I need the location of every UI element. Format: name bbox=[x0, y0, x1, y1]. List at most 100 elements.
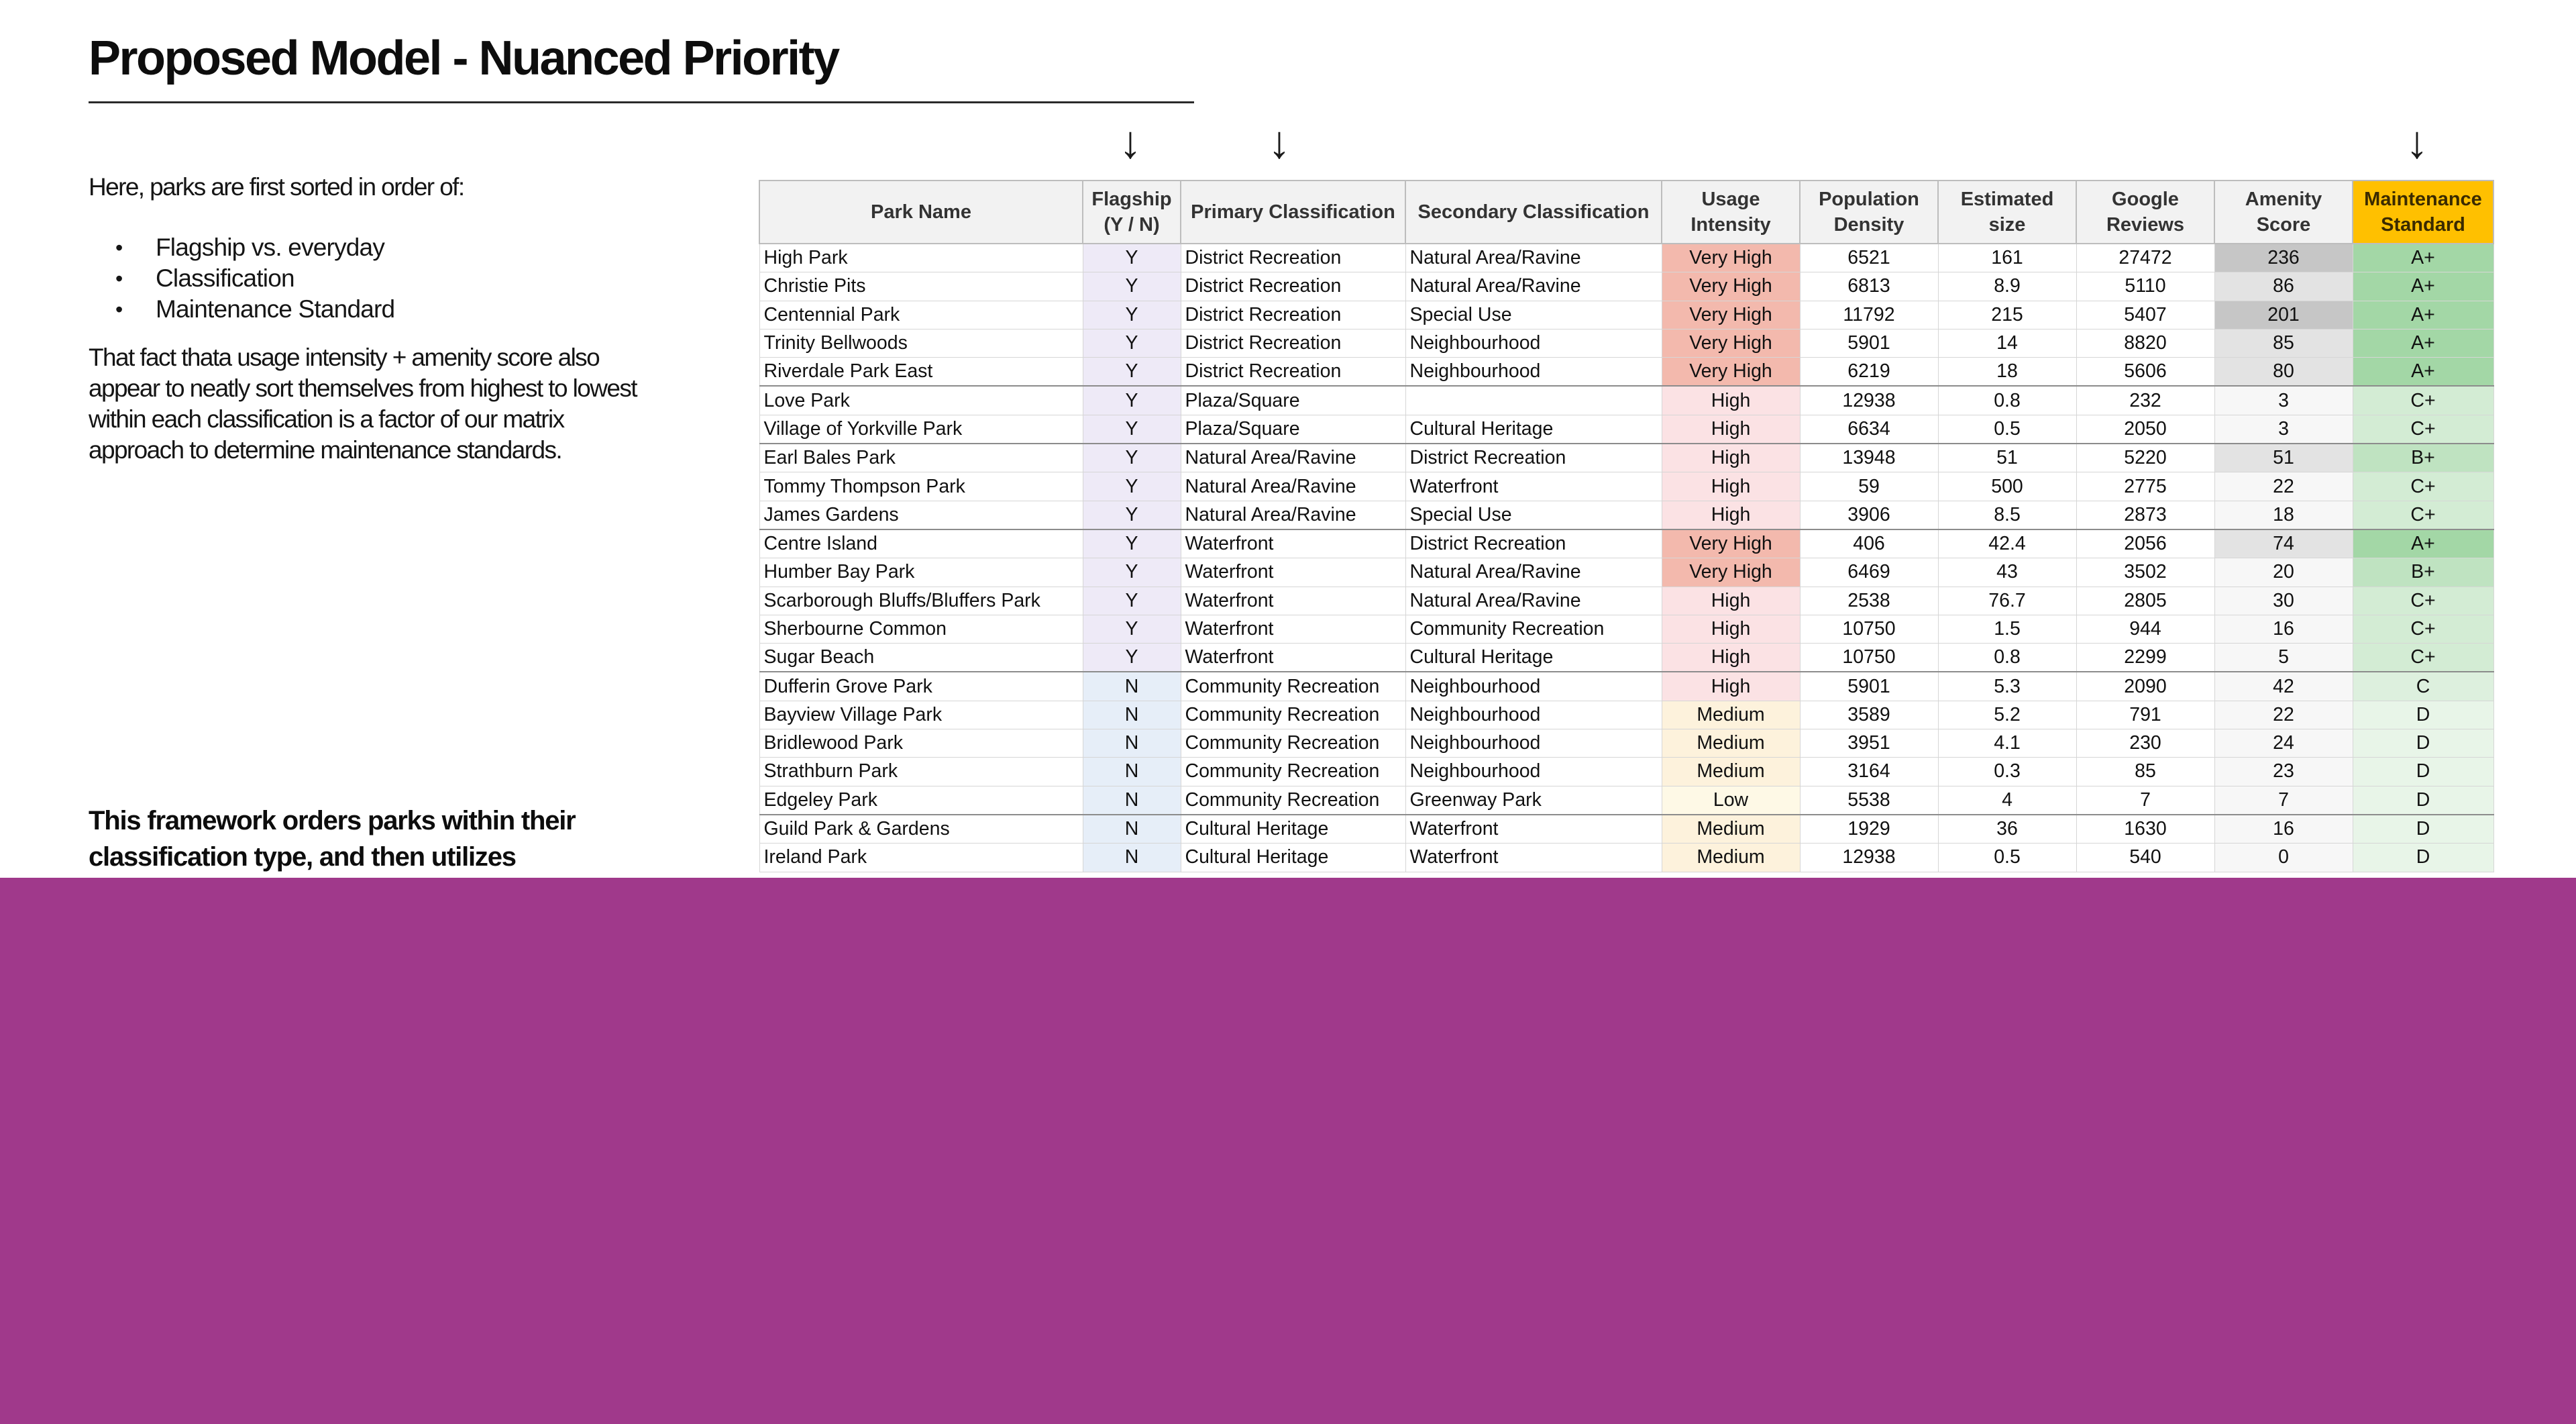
cell-amenity-score: 30 bbox=[2214, 586, 2353, 615]
cell-primary-classification: District Recreation bbox=[1180, 243, 1406, 273]
cell-park-name: Ireland Park bbox=[759, 843, 1083, 872]
cell-amenity-score: 201 bbox=[2214, 300, 2353, 329]
cell-maintenance-standard: C bbox=[2352, 671, 2494, 701]
cell-park-name: Centennial Park bbox=[759, 300, 1083, 329]
table-row: Guild Park & Gardens N Cultural Heritage Wa… bbox=[759, 813, 2494, 844]
cell-secondary-classification: District Recreation bbox=[1405, 528, 1662, 559]
table-row: Sugar Beach Y Waterfront Cultural Heritage H… bbox=[759, 643, 2494, 672]
cell-flagship: N bbox=[1082, 671, 1181, 701]
cell-usage-intensity: High bbox=[1661, 586, 1801, 615]
cell-park-name: Bridlewood Park bbox=[759, 729, 1083, 758]
cell-amenity-score: 42 bbox=[2214, 671, 2353, 701]
cell-estimated-size: 0.5 bbox=[1937, 414, 2077, 444]
cell-primary-classification: Natural Area/Ravine bbox=[1180, 472, 1406, 501]
cell-usage-intensity: Very High bbox=[1661, 243, 1801, 273]
cell-maintenance-standard: D bbox=[2352, 757, 2494, 786]
cell-flagship: Y bbox=[1082, 357, 1181, 387]
table-row: Village of Yorkville Park Y Plaza/Square Cu… bbox=[759, 414, 2494, 444]
cell-secondary-classification: Neighbourhood bbox=[1405, 357, 1662, 387]
cell-amenity-score: 74 bbox=[2214, 528, 2353, 559]
cell-primary-classification: Community Recreation bbox=[1180, 729, 1406, 758]
cell-amenity-score: 3 bbox=[2214, 385, 2353, 415]
cell-estimated-size: 76.7 bbox=[1937, 586, 2077, 615]
table-row: Trinity Bellwoods Y District Recreation Nei… bbox=[759, 328, 2494, 358]
cell-flagship: Y bbox=[1082, 500, 1181, 530]
cell-secondary-classification: Cultural Heritage bbox=[1405, 414, 1662, 444]
cell-google-reviews: 2805 bbox=[2076, 586, 2215, 615]
cell-secondary-classification: Special Use bbox=[1405, 500, 1662, 530]
cell-primary-classification: Natural Area/Ravine bbox=[1180, 443, 1406, 473]
table-row: High Park Y District Recreation Natural Are… bbox=[759, 243, 2494, 273]
table-row: Strathburn Park N Community Recreation Neig… bbox=[759, 757, 2494, 786]
cell-estimated-size: 43 bbox=[1937, 558, 2077, 587]
cell-secondary-classification: Waterfront bbox=[1405, 472, 1662, 501]
cell-estimated-size: 42.4 bbox=[1937, 528, 2077, 559]
cell-maintenance-standard: A+ bbox=[2352, 243, 2494, 273]
cell-amenity-score: 5 bbox=[2214, 643, 2353, 672]
cell-park-name: Trinity Bellwoods bbox=[759, 328, 1083, 358]
cell-flagship: Y bbox=[1082, 558, 1181, 587]
cell-population-density: 11792 bbox=[1799, 300, 1939, 329]
cell-usage-intensity: High bbox=[1661, 385, 1801, 415]
cell-maintenance-standard: C+ bbox=[2352, 385, 2494, 415]
cell-primary-classification: District Recreation bbox=[1180, 272, 1406, 301]
cell-park-name: Sugar Beach bbox=[759, 643, 1083, 672]
table-row: Scarborough Bluffs/Bluffers Park Y Waterfr… bbox=[759, 586, 2494, 615]
cell-secondary-classification: District Recreation bbox=[1405, 443, 1662, 473]
down-arrow-icon: ↓ bbox=[2406, 117, 2428, 168]
cell-maintenance-standard: B+ bbox=[2352, 443, 2494, 473]
cell-secondary-classification: Natural Area/Ravine bbox=[1405, 243, 1662, 273]
footer-band bbox=[0, 878, 2576, 1424]
cell-flagship: Y bbox=[1082, 414, 1181, 444]
cell-google-reviews: 230 bbox=[2076, 729, 2215, 758]
title-divider bbox=[89, 101, 1194, 103]
cell-google-reviews: 791 bbox=[2076, 700, 2215, 730]
cell-population-density: 406 bbox=[1799, 528, 1939, 559]
cell-estimated-size: 4.1 bbox=[1937, 729, 2077, 758]
cell-amenity-score: 80 bbox=[2214, 357, 2353, 387]
cell-estimated-size: 51 bbox=[1937, 443, 2077, 473]
table-row: Christie Pits Y District Recreation Natural… bbox=[759, 272, 2494, 301]
cell-flagship: Y bbox=[1082, 300, 1181, 329]
cell-population-density: 3589 bbox=[1799, 700, 1939, 730]
cell-secondary-classification: Natural Area/Ravine bbox=[1405, 558, 1662, 587]
cell-population-density: 6813 bbox=[1799, 272, 1939, 301]
cell-maintenance-standard: D bbox=[2352, 843, 2494, 872]
cell-amenity-score: 51 bbox=[2214, 443, 2353, 473]
cell-maintenance-standard: A+ bbox=[2352, 300, 2494, 329]
column-header-google-reviews: Google Reviews bbox=[2076, 180, 2215, 244]
cell-primary-classification: District Recreation bbox=[1180, 328, 1406, 358]
down-arrow-icon: ↓ bbox=[1119, 117, 1142, 168]
cell-secondary-classification: Neighbourhood bbox=[1405, 757, 1662, 786]
column-header-flagship: Flagship (Y / N) bbox=[1082, 180, 1181, 244]
cell-primary-classification: Plaza/Square bbox=[1180, 385, 1406, 415]
column-header-amenity-score: Amenity Score bbox=[2214, 180, 2353, 244]
cell-amenity-score: 3 bbox=[2214, 414, 2353, 444]
cell-park-name: Love Park bbox=[759, 385, 1083, 415]
cell-primary-classification: Community Recreation bbox=[1180, 785, 1406, 815]
cell-population-density: 5901 bbox=[1799, 328, 1939, 358]
column-header-estimated-size: Estimated size bbox=[1937, 180, 2077, 244]
column-header-park-name: Park Name bbox=[759, 180, 1083, 244]
cell-primary-classification: District Recreation bbox=[1180, 357, 1406, 387]
cell-maintenance-standard: A+ bbox=[2352, 272, 2494, 301]
cell-flagship: Y bbox=[1082, 328, 1181, 358]
table-row: Sherbourne Common Y Waterfront Community Re… bbox=[759, 614, 2494, 644]
cell-google-reviews: 2050 bbox=[2076, 414, 2215, 444]
cell-amenity-score: 0 bbox=[2214, 843, 2353, 872]
park-priority-table: Park Name Flagship (Y / N) Primary Classifi… bbox=[759, 180, 2494, 872]
cell-estimated-size: 0.3 bbox=[1937, 757, 2077, 786]
cell-population-density: 12938 bbox=[1799, 385, 1939, 415]
cell-flagship: Y bbox=[1082, 643, 1181, 672]
intro-text: Here, parks are first sorted in order of… bbox=[89, 173, 465, 201]
cell-google-reviews: 540 bbox=[2076, 843, 2215, 872]
cell-secondary-classification: Waterfront bbox=[1405, 843, 1662, 872]
page-title: Proposed Model - Nuanced Priority bbox=[89, 32, 840, 85]
cell-primary-classification: Waterfront bbox=[1180, 643, 1406, 672]
cell-secondary-classification: Neighbourhood bbox=[1405, 700, 1662, 730]
cell-secondary-classification: Neighbourhood bbox=[1405, 671, 1662, 701]
cell-population-density: 5901 bbox=[1799, 671, 1939, 701]
cell-usage-intensity: Very High bbox=[1661, 300, 1801, 329]
cell-usage-intensity: High bbox=[1661, 671, 1801, 701]
column-header-usage-intensity: Usage Intensity bbox=[1661, 180, 1801, 244]
